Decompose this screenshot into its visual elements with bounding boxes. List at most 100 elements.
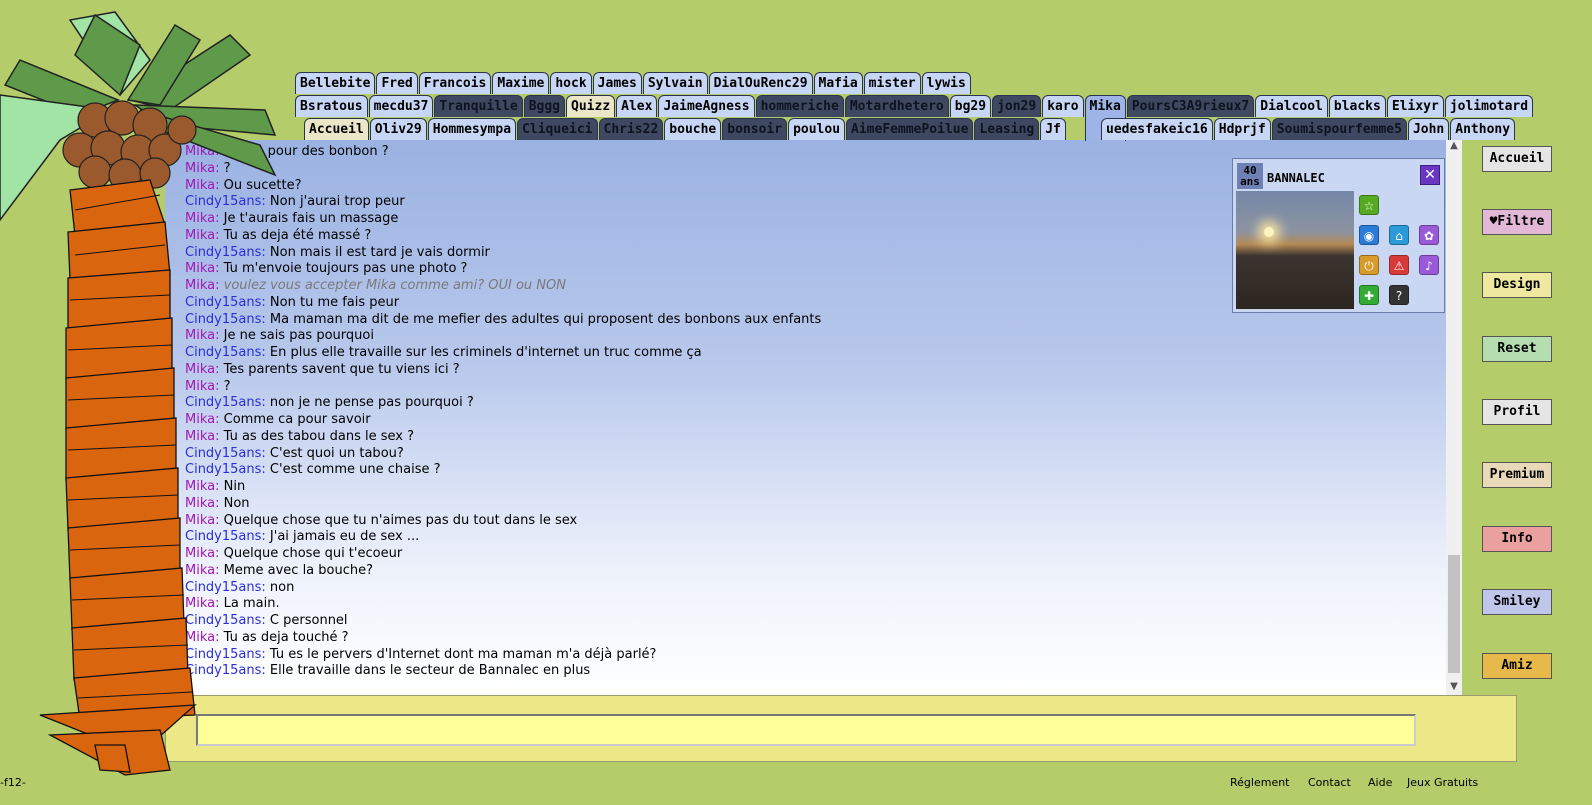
tab-chris22[interactable]: Chris22 [598, 118, 664, 140]
tab-leasing[interactable]: Leasing [974, 118, 1040, 140]
tab-tranquille[interactable]: Tranquille [434, 95, 523, 117]
message-author[interactable]: Cindy15ans [185, 345, 261, 360]
webcam-icon[interactable]: ◉ [1359, 225, 1379, 245]
message-author[interactable]: Mika [185, 211, 215, 226]
warning-icon[interactable]: ⚠ [1389, 255, 1409, 275]
tab-elixyr[interactable]: Elixyr [1386, 95, 1444, 117]
tab-john[interactable]: John [1407, 118, 1450, 140]
tab-bsratous[interactable]: Bsratous [295, 95, 368, 117]
menu-button-info[interactable]: Info [1482, 526, 1552, 552]
message-author[interactable]: Cindy15ans [185, 312, 261, 327]
tab-jf[interactable]: Jf [1040, 118, 1066, 140]
tab-motardhetero[interactable]: Motardhetero [844, 95, 949, 117]
tab-soumispourfemme5[interactable]: Soumispourfemme5 [1271, 118, 1407, 140]
message-author[interactable]: Cindy15ans [185, 462, 261, 477]
message-input[interactable] [196, 714, 1416, 746]
tab-jon29[interactable]: jon29 [992, 95, 1042, 117]
close-icon[interactable]: ✕ [1420, 165, 1440, 185]
message-author[interactable]: Cindy15ans [185, 647, 261, 662]
scroll-down-arrow-icon[interactable]: ▼ [1446, 681, 1462, 695]
flower-icon[interactable]: ✿ [1419, 225, 1439, 245]
tab-poursc3a9rieux7[interactable]: PoursC3A9rieux7 [1126, 95, 1255, 117]
car-icon[interactable]: ⌂ [1389, 225, 1409, 245]
message-author[interactable]: Mika [185, 513, 215, 528]
message-author[interactable]: Cindy15ans [185, 295, 261, 310]
tab-bouche[interactable]: bouche [664, 118, 722, 140]
message-author[interactable]: Mika [185, 362, 215, 377]
tab-alex[interactable]: Alex [616, 95, 658, 117]
message-author[interactable]: Mika [185, 546, 215, 561]
message-author[interactable]: Mika [185, 563, 215, 578]
star-icon[interactable]: ☆ [1359, 195, 1379, 215]
message-author[interactable]: Mika [185, 596, 215, 611]
power-icon[interactable]: ⏻ [1359, 255, 1379, 275]
tab-jaimeagness[interactable]: JaimeAgness [658, 95, 755, 117]
message-author[interactable]: Cindy15ans [185, 529, 261, 544]
message-author[interactable]: Mika [185, 228, 215, 243]
message-author[interactable]: Mika [185, 479, 215, 494]
tab-bggg[interactable]: Bggg [523, 95, 566, 117]
tab-dialourenc29[interactable]: DialOuRenc29 [708, 72, 813, 94]
menu-button-amiz[interactable]: Amiz [1482, 653, 1552, 679]
message-author[interactable]: Mika [185, 178, 215, 193]
tab-hdprjf[interactable]: Hdprjf [1213, 118, 1271, 140]
tab-bellebite[interactable]: Bellebite [295, 72, 376, 94]
message-author[interactable]: Mika [185, 278, 215, 293]
menu-button-smiley[interactable]: Smiley [1482, 589, 1552, 615]
tab-aimefemmepoilue[interactable]: AimeFemmePoilue [846, 118, 974, 140]
footer-link-contact[interactable]: Contact [1308, 776, 1351, 789]
menu-button-profil[interactable]: Profil [1482, 399, 1552, 425]
tab-blacks[interactable]: blacks [1328, 95, 1386, 117]
message-author[interactable]: Cindy15ans [185, 395, 261, 410]
message-author[interactable]: Cindy15ans [185, 446, 261, 461]
message-author[interactable]: Mika [185, 261, 215, 276]
tab-karo[interactable]: karo [1042, 95, 1084, 117]
tab-oliv29[interactable]: Oliv29 [369, 118, 427, 140]
tab-sylvain[interactable]: Sylvain [642, 72, 708, 94]
tab-maxime[interactable]: Maxime [492, 72, 550, 94]
scroll-up-arrow-icon[interactable]: ▲ [1446, 140, 1462, 154]
message-author[interactable]: Cindy15ans [185, 580, 261, 595]
tab-jolimotard[interactable]: jolimotard [1444, 95, 1534, 117]
message-author[interactable]: Cindy15ans [185, 613, 261, 628]
tab-cliqueici[interactable]: Cliqueici [517, 118, 598, 140]
message-author[interactable]: Mika [185, 630, 215, 645]
message-author[interactable]: Mika [185, 144, 215, 159]
footer-link-jeuxgratuits[interactable]: Jeux Gratuits [1407, 776, 1478, 789]
message-author[interactable]: Mika [185, 379, 215, 394]
tab-bg29[interactable]: bg29 [949, 95, 992, 117]
chat-scrollbar[interactable]: ▲ ▼ [1446, 140, 1462, 695]
menu-button-filtre[interactable]: ♥Filtre [1482, 209, 1552, 235]
tab-anthony[interactable]: Anthony [1450, 118, 1516, 140]
footer-link-aide[interactable]: Aide [1368, 776, 1392, 789]
plus-icon[interactable]: ✚ [1359, 285, 1379, 305]
tab-mister[interactable]: mister [863, 72, 921, 94]
tab-lywis[interactable]: lywis [921, 72, 971, 94]
tab-poulou[interactable]: poulou [788, 118, 846, 140]
tab-james[interactable]: James [592, 72, 642, 94]
tab-hock[interactable]: hock [550, 72, 592, 94]
menu-button-premium[interactable]: Premium [1482, 462, 1552, 488]
menu-button-design[interactable]: Design [1482, 272, 1552, 298]
tab-quizz[interactable]: Quizz [566, 95, 616, 117]
message-author[interactable]: Cindy15ans [185, 663, 261, 678]
message-author[interactable]: Mika [185, 429, 215, 444]
footer-link-rglement[interactable]: Réglement [1230, 776, 1290, 789]
message-author[interactable]: Cindy15ans [185, 245, 261, 260]
microphone-icon[interactable]: ♪ [1419, 255, 1439, 275]
tab-francois[interactable]: Francois [418, 72, 492, 94]
scroll-thumb[interactable] [1448, 555, 1460, 673]
tab-hommeriche[interactable]: hommeriche [755, 95, 844, 117]
tab-dialcool[interactable]: Dialcool [1255, 95, 1328, 117]
tab-bonsoir[interactable]: bonsoir [722, 118, 788, 140]
tab-mecdu37[interactable]: mecdu37 [368, 95, 434, 117]
message-author[interactable]: Mika [185, 496, 215, 511]
message-author[interactable]: Mika [185, 412, 215, 427]
tab-uedesfakeic16[interactable]: uedesfakeic16 [1101, 118, 1213, 140]
message-author[interactable]: Cindy15ans [185, 194, 261, 209]
help-icon[interactable]: ? [1389, 285, 1409, 305]
menu-button-accueil[interactable]: Accueil [1482, 146, 1552, 172]
tab-fred[interactable]: Fred [376, 72, 418, 94]
profile-photo[interactable] [1236, 191, 1354, 309]
message-author[interactable]: Mika [185, 161, 215, 176]
